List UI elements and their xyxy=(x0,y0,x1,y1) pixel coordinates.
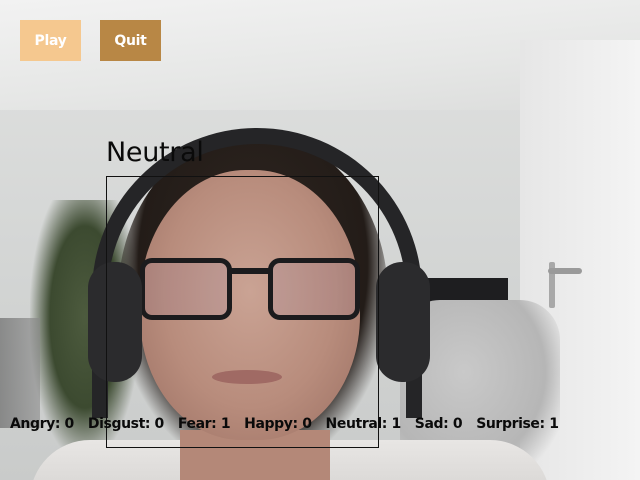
emotion-name: Angry: xyxy=(10,416,61,432)
emotion-count-fear: Fear: 1 xyxy=(177,416,231,436)
emotion-count-neutral: Neutral: 1 xyxy=(325,416,402,436)
shelf xyxy=(0,318,40,428)
emotion-value: 1 xyxy=(220,416,231,432)
detected-emotion-label: Neutral xyxy=(106,137,204,168)
emotion-count-disgust: Disgust: 0 xyxy=(88,416,164,436)
quit-button[interactable]: Quit xyxy=(100,20,161,61)
emotion-count-happy: Happy: 0 xyxy=(244,416,312,436)
emotion-name: Fear: xyxy=(177,416,217,432)
emotion-name: Neutral: xyxy=(325,416,388,432)
emotion-value: 0 xyxy=(154,416,165,432)
emotion-count-sad: Sad: 0 xyxy=(414,416,463,436)
emotion-counts-bar: Angry: 0 Disgust: 0 Fear: 1 Happy: 0 Neu… xyxy=(10,416,573,436)
door-handle xyxy=(548,268,582,274)
emotion-name: Happy: xyxy=(244,416,298,432)
emotion-value: 0 xyxy=(302,416,312,432)
headphones-right-cup xyxy=(376,262,430,382)
emotion-value: 1 xyxy=(549,416,559,432)
emotion-value: 0 xyxy=(64,416,75,432)
emotion-value: 0 xyxy=(452,416,463,432)
face-bounding-box xyxy=(106,176,379,448)
emotion-name: Sad: xyxy=(414,416,449,432)
emotion-count-surprise: Surprise: 1 xyxy=(476,416,559,436)
emotion-value: 1 xyxy=(391,416,401,432)
play-button[interactable]: Play xyxy=(20,20,81,61)
emotion-name: Disgust: xyxy=(87,416,151,432)
emotion-count-angry: Angry: 0 xyxy=(10,416,74,436)
emotion-name: Surprise: xyxy=(476,416,545,432)
